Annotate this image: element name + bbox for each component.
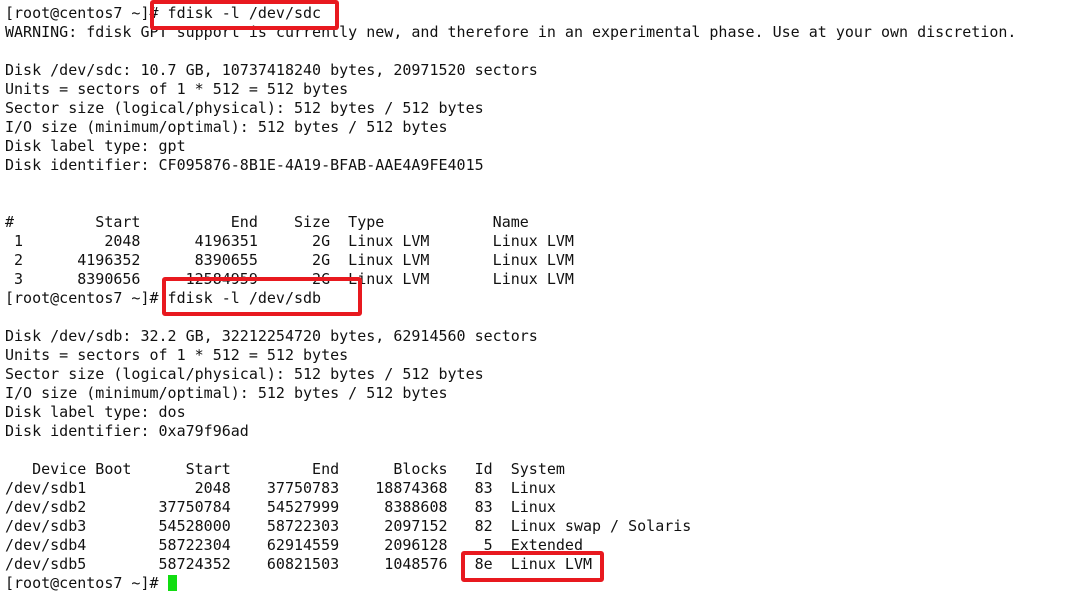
sdc-io-size-line: I/O size (minimum/optimal): 512 bytes / … (5, 118, 448, 136)
terminal-cursor (167, 575, 177, 591)
sdc-units-line: Units = sectors of 1 * 512 = 512 bytes (5, 80, 349, 98)
sdb-io-size-line: I/O size (minimum/optimal): 512 bytes / … (5, 384, 448, 402)
gpt-table-row: 2 4196352 8390655 2G Linux LVM Linux LVM (5, 251, 574, 269)
sdc-disk-info-line: Disk /dev/sdc: 10.7 GB, 10737418240 byte… (5, 61, 538, 79)
dos-table-row: /dev/sdb1 2048 37750783 18874368 83 Linu… (5, 479, 556, 497)
shell-prompt: [root@centos7 ~]# (5, 574, 168, 592)
highlight-box-fdisk-sdb (162, 277, 362, 316)
terminal-window[interactable]: [root@centos7 ~]# fdisk -l /dev/sdc WARN… (0, 0, 1079, 597)
dos-table-row: /dev/sdb2 37750784 54527999 8388608 83 L… (5, 498, 556, 516)
current-prompt-line[interactable]: [root@centos7 ~]# (5, 574, 177, 593)
highlight-box-sdb5-lvm (461, 551, 604, 582)
highlight-box-fdisk-sdc (150, 0, 339, 30)
sdb-label-type-line: Disk label type: dos (5, 403, 186, 421)
sdc-sector-size-line: Sector size (logical/physical): 512 byte… (5, 99, 484, 117)
dos-table-header: Device Boot Start End Blocks Id System (5, 460, 565, 478)
sdc-label-type-line: Disk label type: gpt (5, 137, 186, 155)
sdb-units-line: Units = sectors of 1 * 512 = 512 bytes (5, 346, 349, 364)
gpt-table-row: 1 2048 4196351 2G Linux LVM Linux LVM (5, 232, 574, 250)
dos-table-row: /dev/sdb3 54528000 58722303 2097152 82 L… (5, 517, 692, 535)
gpt-table-header: # Start End Size Type Name (5, 213, 529, 231)
sdb-sector-size-line: Sector size (logical/physical): 512 byte… (5, 365, 484, 383)
sdb-identifier-line: Disk identifier: 0xa79f96ad (5, 422, 249, 440)
sdb-disk-info-line: Disk /dev/sdb: 32.2 GB, 32212254720 byte… (5, 327, 538, 345)
sdc-identifier-line: Disk identifier: CF095876-8B1E-4A19-BFAB… (5, 156, 484, 174)
